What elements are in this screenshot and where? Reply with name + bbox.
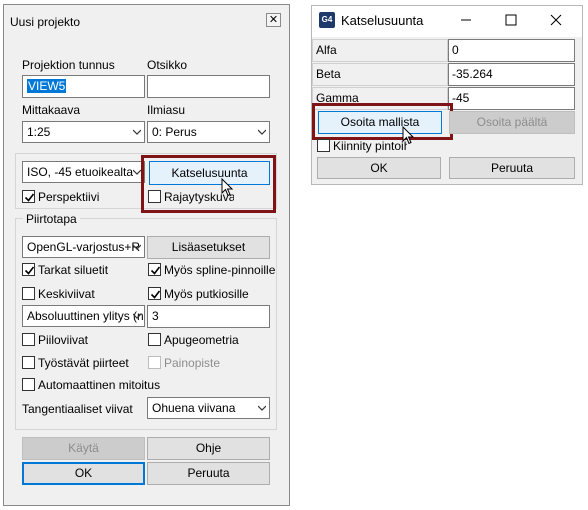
boundary-checkbox[interactable] (148, 190, 161, 203)
chevron-down-icon (258, 129, 266, 135)
view-ok-button[interactable]: OK (317, 157, 441, 179)
view-direction-value: ISO, -45 etuoikealta (27, 165, 134, 179)
help-button[interactable]: Ohje (147, 437, 270, 460)
center-of-gravity-label: Painopiste (164, 356, 221, 370)
fixed-faces-checkbox[interactable] (317, 139, 330, 152)
close-button[interactable]: ✕ (266, 13, 281, 27)
view-direction-select[interactable]: ISO, -45 etuoikealta (22, 161, 145, 183)
chevron-down-icon (133, 313, 141, 319)
view-cancel-button[interactable]: Peruuta (449, 157, 575, 179)
alfa-input[interactable]: 0 (448, 39, 575, 62)
aux-geometry-label: Apugeometria (164, 333, 239, 347)
scale-value: 1:25 (27, 125, 51, 139)
tangent-lines-label: Tangentiaaliset viivat (22, 402, 133, 416)
perspective-checkbox[interactable] (22, 190, 35, 203)
overshoot-value: Absoluuttinen ylitys (n (27, 309, 144, 323)
spline-checkbox[interactable] (148, 263, 161, 276)
gamma-input[interactable]: -45 (448, 87, 575, 110)
boundary-label: Rajaytyskuvat (164, 190, 234, 204)
render-mode-value: OpenGL-varjostus+R (27, 240, 141, 254)
hidden-lines-label: Piiloviivat (38, 333, 89, 347)
chevron-down-icon (258, 405, 266, 411)
render-mode-select[interactable]: OpenGL-varjostus+R (22, 236, 145, 258)
minimize-icon[interactable] (460, 14, 472, 26)
overshoot-amount-input[interactable]: 3 (147, 305, 270, 328)
drawing-mode-label: Piirtotapa (23, 212, 80, 226)
silhouettes-label: Tarkat siluetit (38, 263, 109, 277)
appearance-select[interactable]: 0: Perus (147, 121, 270, 143)
silhouettes-checkbox[interactable] (22, 263, 35, 276)
machining-features-checkbox[interactable] (22, 356, 35, 369)
title-label: Otsikko (147, 58, 188, 72)
center-of-gravity-checkbox (148, 356, 161, 369)
view-direction-button[interactable]: Katselusuunta (149, 161, 270, 185)
from-model-button[interactable]: Osoita mallista (318, 111, 442, 134)
beta-label: Beta (312, 63, 448, 86)
view-dialog-title: Katselusuunta (341, 13, 424, 28)
check-icon (150, 266, 161, 275)
projection-id-label: Projektion tunnus (22, 58, 115, 72)
chevron-down-icon (133, 244, 141, 250)
appearance-label: Ilmiasu (147, 103, 186, 117)
app-logo-icon: G4 (319, 12, 335, 28)
cancel-button[interactable]: Peruuta (147, 462, 270, 485)
overshoot-select[interactable]: Absoluuttinen ylitys (n (22, 305, 145, 327)
spline-label: Myös spline-pinnoille (164, 263, 276, 277)
check-icon (150, 290, 161, 299)
ok-button[interactable]: OK (22, 462, 145, 485)
check-icon (24, 193, 35, 202)
appearance-value: 0: Perus (152, 125, 197, 139)
close-icon[interactable] (550, 14, 562, 26)
scale-label: Mittakaava (22, 103, 81, 117)
tangent-lines-value: Ohuena viivana (152, 401, 236, 415)
maximize-icon[interactable] (505, 14, 517, 26)
check-icon (24, 266, 35, 275)
auto-dimensioning-checkbox[interactable] (22, 378, 35, 391)
pipe-parts-checkbox[interactable] (148, 287, 161, 300)
beta-input[interactable]: -35.264 (448, 63, 575, 86)
centerlines-label: Keskiviivat (38, 287, 95, 301)
projection-id-value: VIEW5 (27, 79, 67, 93)
scale-select[interactable]: 1:25 (22, 121, 145, 143)
auto-dimensioning-label: Automaattinen mitoitus (38, 378, 161, 392)
machining-features-label: Työstävät piirteet (38, 356, 129, 370)
chevron-down-icon (133, 129, 141, 135)
from-top-button[interactable]: Osoita päältä (449, 111, 575, 134)
perspective-label: Perspektiivi (38, 190, 100, 204)
more-settings-button[interactable]: Lisäasetukset (147, 236, 270, 259)
projection-id-input[interactable]: VIEW5 (22, 75, 145, 98)
chevron-down-icon (133, 169, 141, 175)
centerlines-checkbox[interactable] (22, 287, 35, 300)
fixed-faces-label: Kiinnity pintoihin (333, 139, 407, 153)
aux-geometry-checkbox[interactable] (148, 333, 161, 346)
pipe-parts-label: Myös putkiosille (164, 287, 249, 301)
tangent-lines-select[interactable]: Ohuena viivana (147, 397, 270, 419)
hidden-lines-checkbox[interactable] (22, 333, 35, 346)
title-input[interactable] (147, 75, 270, 98)
apply-button[interactable]: Käytä (22, 437, 145, 460)
dialog-title: Uusi projekto (10, 15, 81, 29)
alfa-label: Alfa (312, 39, 448, 62)
